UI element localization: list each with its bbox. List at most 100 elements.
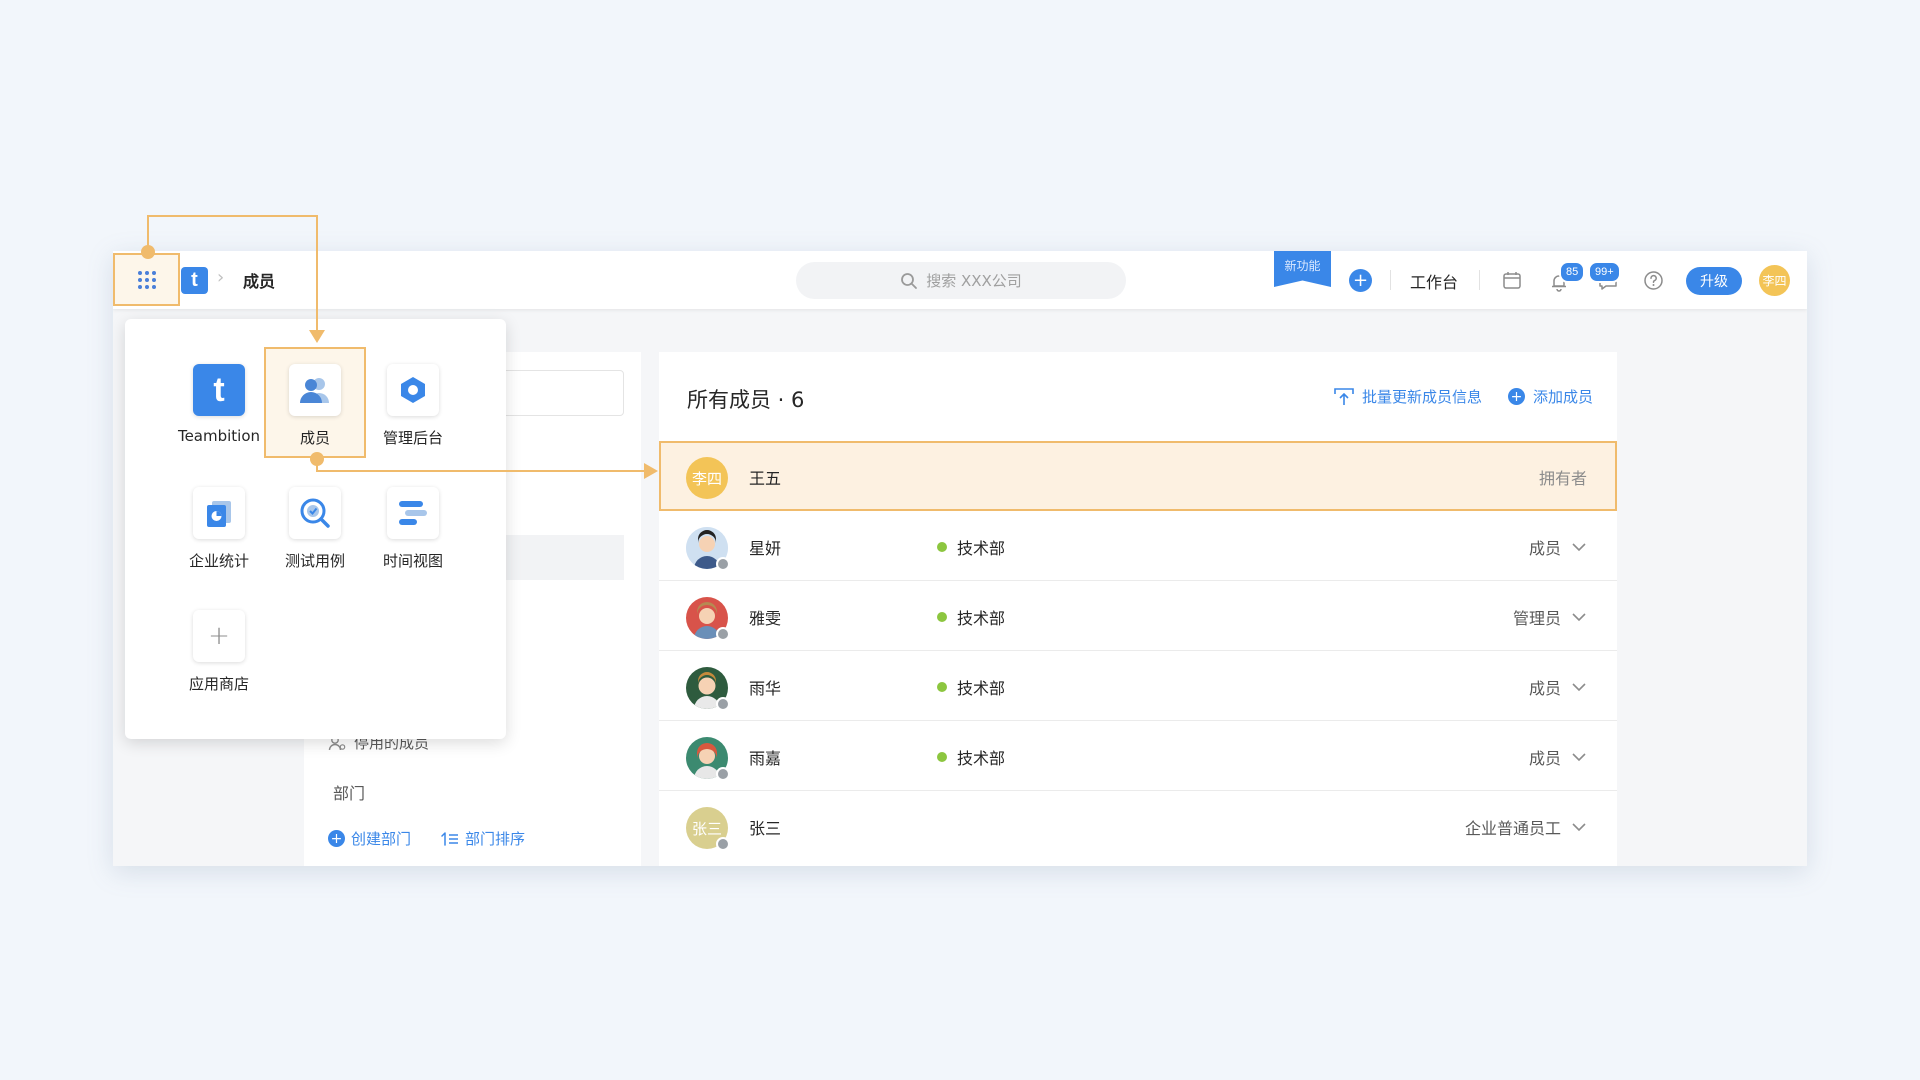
app-label: 测试用例 (284, 552, 345, 570)
app-label: 成员 (299, 429, 330, 447)
sort-list-icon (441, 831, 459, 846)
add-member-button[interactable]: + 添加成员 (1507, 386, 1593, 407)
upload-icon (1334, 387, 1354, 405)
chevron-down-icon (1572, 613, 1586, 622)
calendar-icon[interactable] (1502, 270, 1522, 290)
batch-update-label: 批量更新成员信息 (1361, 388, 1482, 406)
status-icon (716, 767, 730, 781)
member-role-select[interactable]: 成员 (1529, 535, 1587, 559)
member-list-actions: 批量更新成员信息 + 添加成员 (1334, 386, 1593, 407)
member-department: 技术部 (937, 745, 1005, 769)
status-dot (937, 612, 947, 622)
member-name: 张三 (749, 819, 782, 838)
annotation-line (147, 215, 149, 251)
teambition-logo-icon[interactable]: t (181, 267, 208, 294)
plus-circle-icon: + (1507, 388, 1525, 405)
app-label: Teambition (177, 427, 261, 445)
table-row[interactable]: 李四 王五 拥有者 (659, 441, 1617, 511)
member-role-select[interactable]: 管理员 (1513, 605, 1587, 629)
avatar: 李四 (686, 457, 728, 499)
app-tile-timeline[interactable]: 时间视图 (363, 487, 463, 571)
annotation-line (147, 215, 318, 217)
member-role-select[interactable]: 成员 (1529, 675, 1587, 699)
workbench-link[interactable]: 工作台 (1410, 269, 1458, 293)
member-role-select[interactable]: 企业普通员工 (1465, 815, 1587, 839)
table-row[interactable]: 张三 张三 企业普通员工 (659, 791, 1617, 861)
chevron-down-icon (1572, 543, 1586, 552)
divider (1479, 270, 1480, 290)
stats-icon (193, 487, 245, 539)
teambition-icon: t (193, 364, 245, 416)
avatar (686, 597, 730, 641)
app-grid-button[interactable] (113, 253, 180, 306)
app-tile-app-store[interactable]: + 应用商店 (169, 610, 269, 694)
status-dot (937, 752, 947, 762)
help-icon[interactable] (1643, 270, 1664, 291)
search-icon (901, 272, 918, 289)
avatar: 张三 (686, 807, 730, 851)
notification-badge: 85 (1559, 261, 1586, 283)
member-department: 技术部 (937, 535, 1005, 559)
testcase-icon (289, 487, 341, 539)
table-row[interactable]: 星妍 技术部 成员 (659, 511, 1617, 581)
status-icon (716, 627, 730, 641)
search-input[interactable]: 搜索 XXX公司 (796, 262, 1126, 299)
member-name: 雅雯 (749, 609, 782, 628)
department-label: 技术部 (957, 609, 1006, 628)
chevron-down-icon (1572, 823, 1586, 832)
app-tile-stats[interactable]: 企业统计 (169, 487, 269, 571)
avatar (686, 667, 730, 711)
plus-icon[interactable]: + (1349, 269, 1372, 292)
user-avatar[interactable]: 李四 (1759, 265, 1790, 296)
chevron-right-icon: › (217, 267, 225, 288)
status-icon (716, 557, 730, 571)
app-tile-teambition[interactable]: t Teambition (169, 364, 269, 445)
member-name: 王五 (749, 469, 782, 488)
create-department-label: 创建部门 (351, 830, 412, 848)
batch-update-button[interactable]: 批量更新成员信息 (1334, 386, 1482, 407)
member-name: 雨华 (749, 679, 782, 698)
member-name: 雨嘉 (749, 749, 782, 768)
app-window: t › 成员 搜索 XXX公司 新功能 + 工作台 85 99+ 升级 李四 停… (113, 251, 1807, 866)
member-role-select[interactable]: 成员 (1529, 745, 1587, 769)
app-label: 管理后台 (382, 429, 443, 447)
plus-circle-icon: + (328, 830, 345, 847)
member-role: 企业普通员工 (1464, 819, 1561, 838)
members-icon (289, 364, 341, 416)
table-row[interactable]: 雨嘉 技术部 成员 (659, 721, 1617, 791)
chevron-down-icon (1572, 753, 1586, 762)
add-app-icon: + (193, 610, 245, 662)
table-row[interactable]: 雅雯 技术部 管理员 (659, 581, 1617, 651)
member-list-panel: 所有成员 · 6 批量更新成员信息 + 添加成员 李四 王五 拥有者 星妍 技术… (659, 352, 1617, 866)
avatar-text: 张三 (691, 819, 722, 838)
app-tile-admin[interactable]: 管理后台 (363, 364, 463, 448)
upgrade-button[interactable]: 升级 (1686, 267, 1742, 295)
admin-icon (387, 364, 439, 416)
department-label: 技术部 (957, 749, 1006, 768)
add-member-label: 添加成员 (1532, 388, 1593, 406)
department-label: 技术部 (957, 679, 1006, 698)
department-title: 部门 (333, 784, 366, 803)
status-dot (937, 682, 947, 692)
member-role: 成员 (1528, 539, 1561, 558)
app-tile-members[interactable]: 成员 (265, 364, 365, 448)
new-feature-ribbon[interactable]: 新功能 (1274, 251, 1331, 287)
divider (1390, 270, 1391, 290)
status-icon (716, 837, 730, 851)
message-badge: 99+ (1588, 261, 1621, 283)
sort-department-button[interactable]: 部门排序 (441, 828, 525, 849)
department-label: 技术部 (957, 539, 1006, 558)
member-role: 拥有者 (1538, 469, 1587, 488)
department-actions: + 创建部门 部门排序 (328, 828, 525, 849)
avatar (686, 737, 730, 781)
timeline-icon (387, 487, 439, 539)
create-department-button[interactable]: + 创建部门 (328, 828, 411, 849)
app-tile-testcase[interactable]: 测试用例 (265, 487, 365, 571)
member-department: 技术部 (937, 605, 1005, 629)
avatar (686, 527, 730, 571)
status-icon (716, 697, 730, 711)
table-row[interactable]: 雨华 技术部 成员 (659, 651, 1617, 721)
app-switcher-popover: t Teambition 成员 管理后台 企业统计 测试用例 时间视图 + 应用… (125, 319, 506, 739)
sort-department-label: 部门排序 (465, 830, 526, 848)
breadcrumb-current: 成员 (243, 272, 276, 291)
